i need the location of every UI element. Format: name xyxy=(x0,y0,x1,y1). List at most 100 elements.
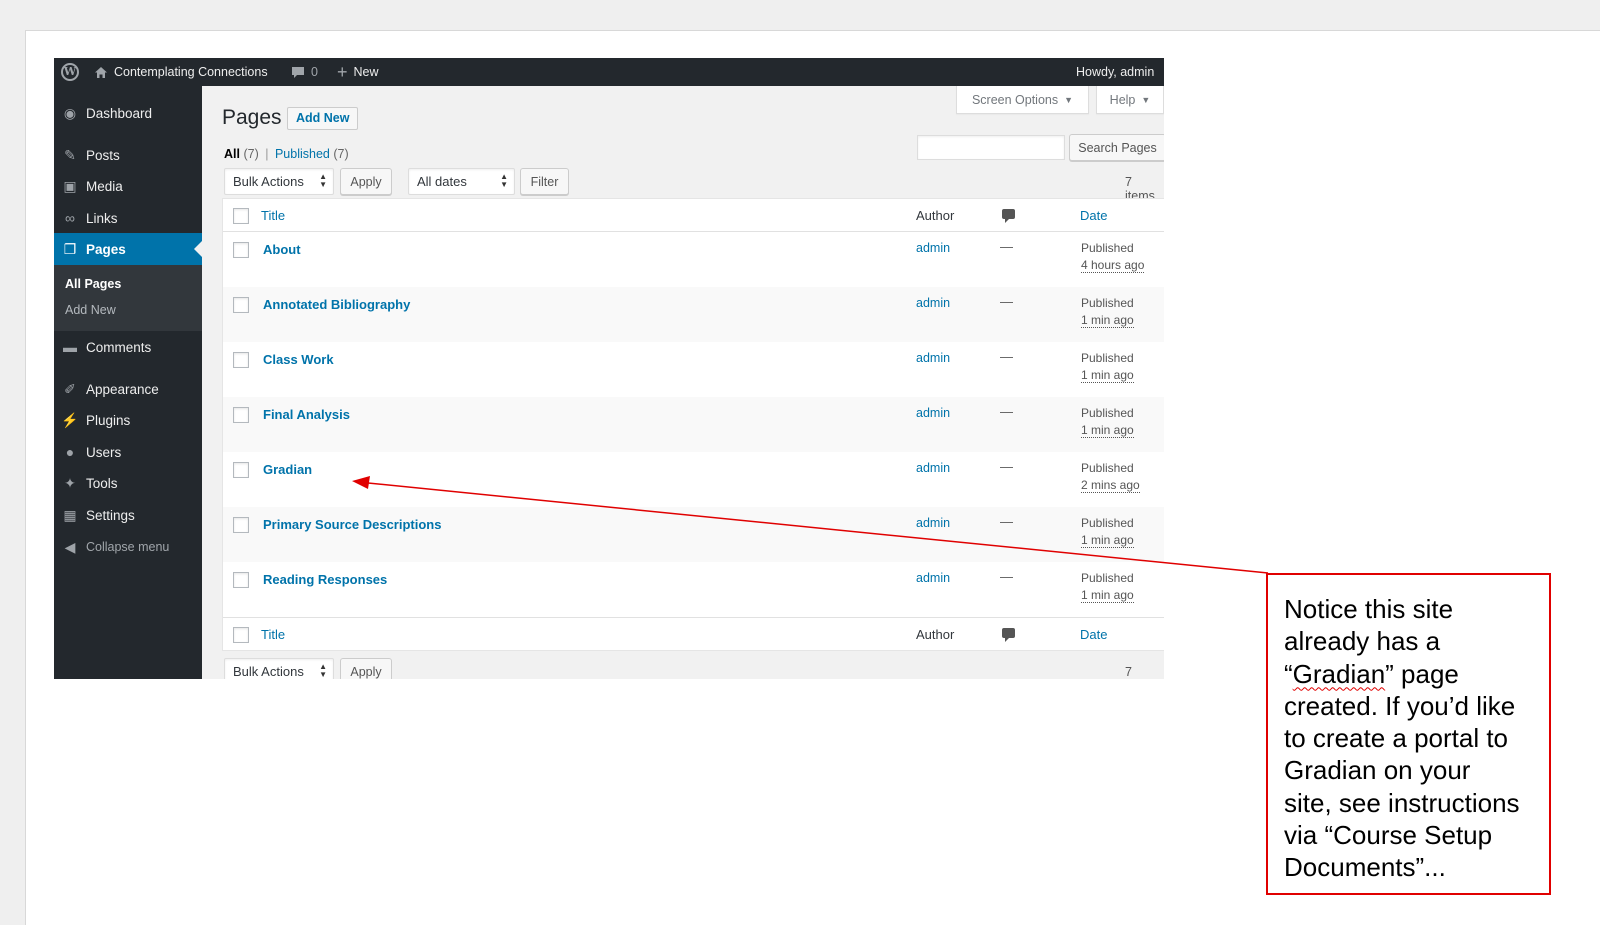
comments-column-icon[interactable] xyxy=(1002,209,1015,223)
page-title-link[interactable]: About xyxy=(263,242,301,257)
bulk-actions-value: Bulk Actions xyxy=(233,174,304,189)
column-title-header[interactable]: Title xyxy=(261,627,285,642)
sidebar-item-pages[interactable]: ❐ Pages xyxy=(54,233,202,265)
row-checkbox[interactable] xyxy=(233,462,249,478)
select-all-checkbox[interactable] xyxy=(233,208,249,224)
post-date: 1 min ago xyxy=(1081,588,1134,603)
note-line: Notice this site xyxy=(1284,594,1454,624)
sidebar-item-tools[interactable]: ✦ Tools xyxy=(54,467,202,499)
sidebar-item-media[interactable]: ▣ Media xyxy=(54,170,202,202)
post-date: 1 min ago xyxy=(1081,313,1134,328)
collapse-menu-button[interactable]: ◀ Collapse menu xyxy=(54,531,202,563)
author-link[interactable]: admin xyxy=(916,351,950,365)
dashboard-icon: ◉ xyxy=(63,104,77,121)
author-link[interactable]: admin xyxy=(916,406,950,420)
sidebar-item-settings[interactable]: ▦ Settings xyxy=(54,499,202,531)
comments-count: — xyxy=(1000,294,1013,309)
select-arrows-icon: ▲ ▼ xyxy=(500,172,508,189)
apply-button-bottom[interactable]: Apply xyxy=(340,658,392,679)
table-row: Reading Responses admin — Published 1 mi… xyxy=(223,562,1164,617)
submenu-add-new[interactable]: Add New xyxy=(65,303,116,317)
page-title-link[interactable]: Class Work xyxy=(263,352,334,367)
pages-table: Title Author Date About admin — Publishe… xyxy=(222,198,1164,651)
quote-close: ” page xyxy=(1385,658,1459,689)
page-title-link[interactable]: Reading Responses xyxy=(263,572,387,587)
search-input[interactable] xyxy=(917,135,1065,160)
row-checkbox[interactable] xyxy=(233,517,249,533)
admin-sidebar: ◉ Dashboard ✎ Posts ▣ Media ∞ Links ❐ Pa… xyxy=(54,86,202,679)
sidebar-item-posts[interactable]: ✎ Posts xyxy=(54,139,202,171)
link-icon: ∞ xyxy=(65,210,75,226)
sidebar-item-label: Dashboard xyxy=(86,105,153,121)
row-checkbox[interactable] xyxy=(233,572,249,588)
wordpress-icon: W xyxy=(61,63,79,81)
note-line: to create a portal to xyxy=(1284,723,1509,754)
comments-count: — xyxy=(1000,404,1013,419)
author-link[interactable]: admin xyxy=(916,241,950,255)
help-button[interactable]: Help ▼ xyxy=(1096,86,1164,114)
user-icon: ● xyxy=(65,444,75,460)
site-name-link[interactable]: Contemplating Connections xyxy=(94,58,268,86)
collapse-icon: ◀ xyxy=(64,538,76,555)
sidebar-item-users[interactable]: ● Users xyxy=(54,436,202,468)
row-checkbox[interactable] xyxy=(233,297,249,313)
pin-icon: ✎ xyxy=(64,146,76,163)
dates-select[interactable]: All dates ▲ ▼ xyxy=(408,168,515,195)
sidebar-item-links[interactable]: ∞ Links xyxy=(54,202,202,234)
row-checkbox[interactable] xyxy=(233,352,249,368)
submenu-all-pages[interactable]: All Pages xyxy=(65,277,121,291)
column-date-header[interactable]: Date xyxy=(1080,627,1107,642)
page-title-link[interactable]: Annotated Bibliography xyxy=(263,297,410,312)
select-arrows-icon: ▲ ▼ xyxy=(319,172,327,189)
comments-link[interactable]: 0 xyxy=(291,58,318,86)
comment-icon: ▬ xyxy=(63,339,77,355)
column-author-header: Author xyxy=(916,627,955,642)
post-date: 1 min ago xyxy=(1081,533,1134,548)
table-row: About admin — Published 4 hours ago xyxy=(223,232,1164,287)
filter-separator: | xyxy=(265,147,269,161)
filter-all[interactable]: All xyxy=(224,147,240,161)
table-row: Primary Source Descriptions admin — Publ… xyxy=(223,507,1164,562)
filter-button[interactable]: Filter xyxy=(520,168,569,195)
comments-column-icon[interactable] xyxy=(1002,628,1015,642)
page-title: Pages xyxy=(222,106,282,129)
apply-button[interactable]: Apply xyxy=(340,168,392,195)
sidebar-item-label: Pages xyxy=(86,241,126,257)
search-pages-button[interactable]: Search Pages xyxy=(1069,134,1164,161)
bulk-actions-select[interactable]: Bulk Actions ▲ ▼ xyxy=(224,168,334,195)
sidebar-item-comments[interactable]: ▬ Comments xyxy=(54,331,202,363)
wordpress-logo[interactable]: W xyxy=(61,58,79,86)
column-title-header[interactable]: Title xyxy=(261,208,285,223)
page-title-link[interactable]: Final Analysis xyxy=(263,407,350,422)
bulk-actions-select-bottom[interactable]: Bulk Actions ▲ ▼ xyxy=(224,658,334,679)
note-line: created. If you’d like xyxy=(1284,690,1516,721)
column-author-header: Author xyxy=(916,208,955,223)
column-date-header[interactable]: Date xyxy=(1080,208,1107,223)
plug-icon: ⚡ xyxy=(61,411,79,428)
comments-count: — xyxy=(1000,514,1013,529)
author-link[interactable]: admin xyxy=(916,516,950,530)
note-line: Gradian on your xyxy=(1284,755,1471,786)
post-status: Published xyxy=(1081,406,1134,420)
note-line: already has a xyxy=(1284,626,1441,657)
page-title-link[interactable]: Primary Source Descriptions xyxy=(263,517,441,532)
sidebar-item-plugins[interactable]: ⚡ Plugins xyxy=(54,404,202,436)
sidebar-item-dashboard[interactable]: ◉ Dashboard xyxy=(54,97,202,129)
row-checkbox[interactable] xyxy=(233,242,249,258)
sidebar-item-label: Users xyxy=(86,444,122,460)
new-content-link[interactable]: + New xyxy=(337,58,379,86)
screen-options-button[interactable]: Screen Options ▼ xyxy=(956,86,1089,114)
table-footer: Title Author Date xyxy=(223,617,1164,650)
add-new-button[interactable]: Add New xyxy=(287,107,359,130)
sidebar-item-label: Settings xyxy=(86,507,135,523)
sidebar-item-appearance[interactable]: ✐ Appearance xyxy=(54,373,202,405)
select-all-checkbox[interactable] xyxy=(233,627,249,643)
comments-count: — xyxy=(1000,569,1013,584)
account-menu[interactable]: Howdy, admin xyxy=(1076,58,1154,86)
page-title-link[interactable]: Gradian xyxy=(263,462,312,477)
author-link[interactable]: admin xyxy=(916,461,950,475)
author-link[interactable]: admin xyxy=(916,571,950,585)
filter-published[interactable]: Published xyxy=(275,147,330,161)
row-checkbox[interactable] xyxy=(233,407,249,423)
author-link[interactable]: admin xyxy=(916,296,950,310)
